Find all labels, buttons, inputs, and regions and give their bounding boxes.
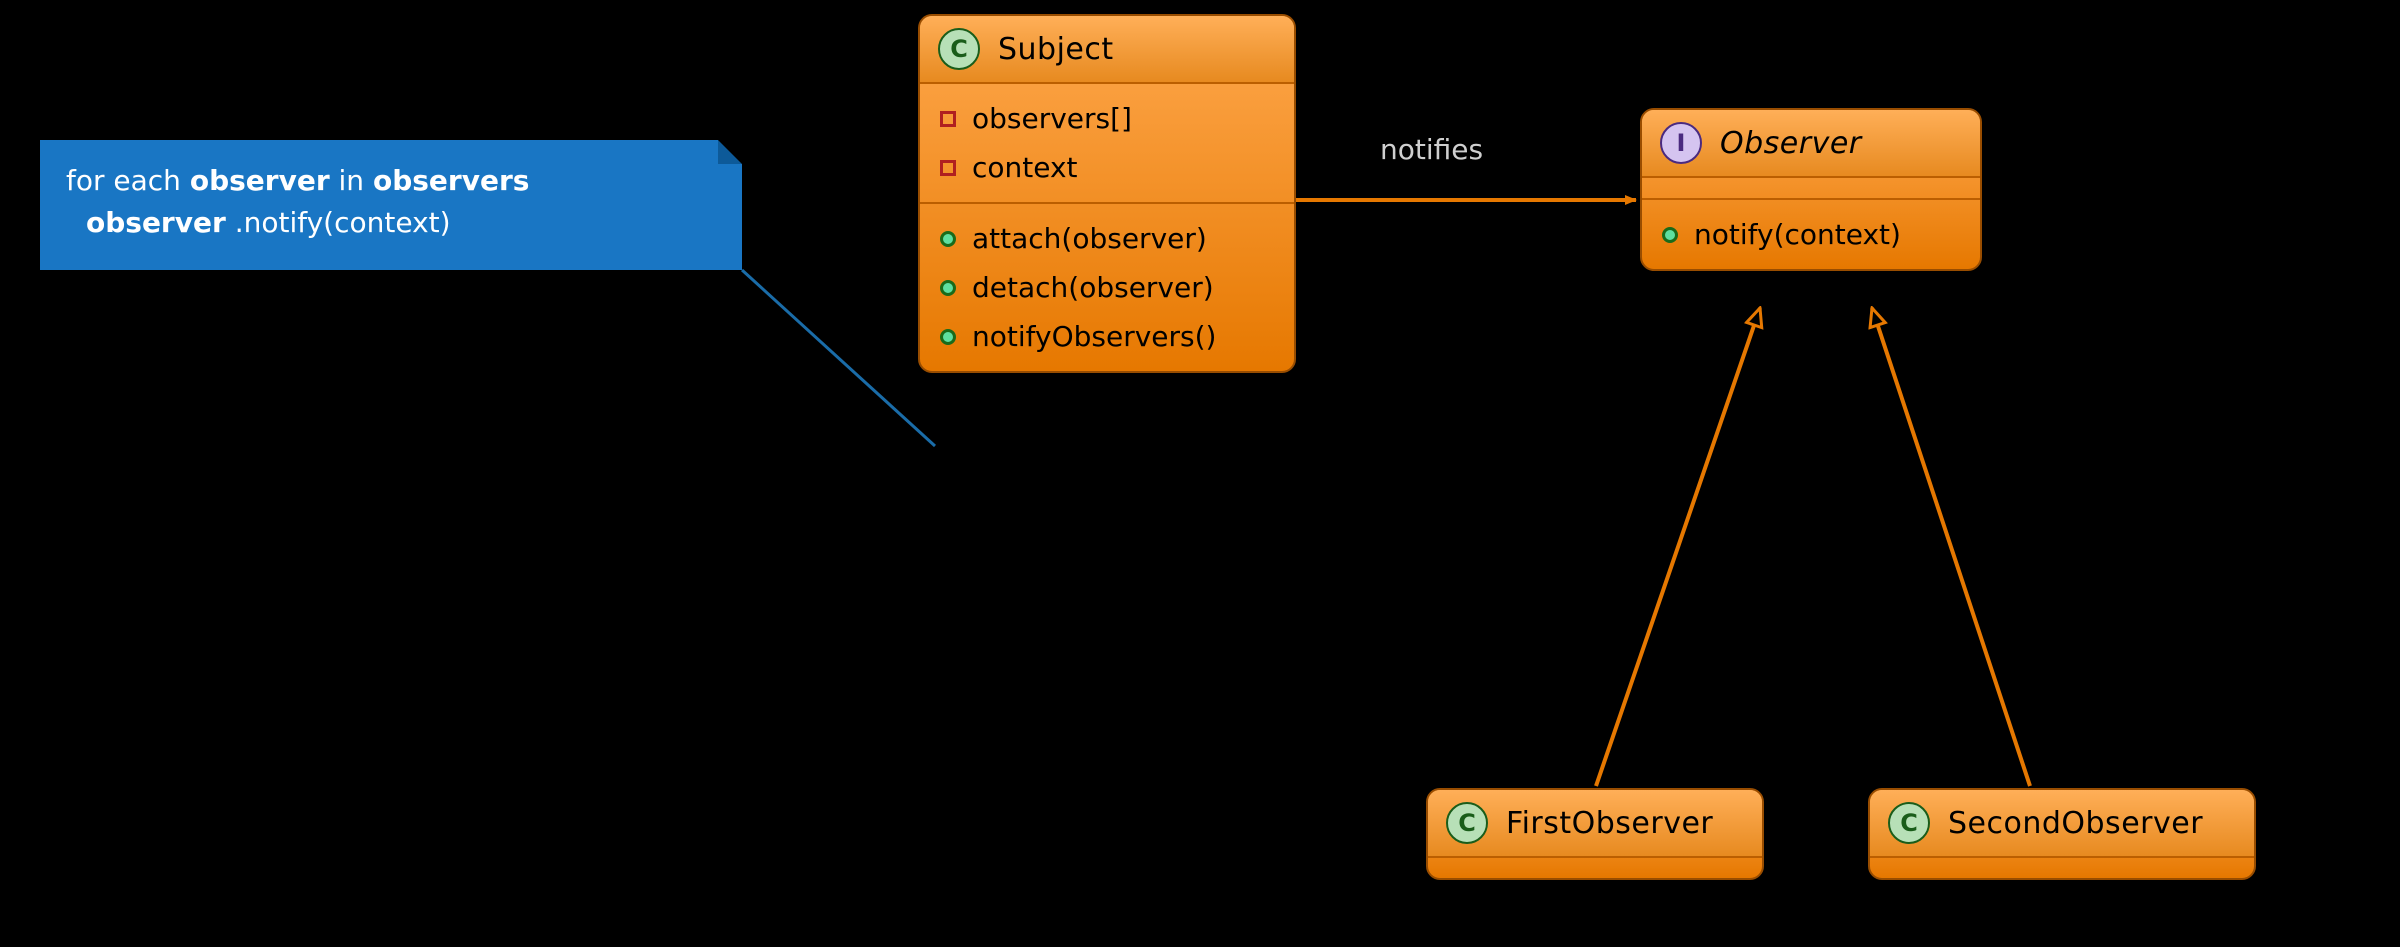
class-subject: C Subject observers[] context attach(obs…: [918, 14, 1296, 373]
method-row: notify(context): [1662, 210, 1960, 259]
edge-note-link: [742, 270, 935, 446]
method-icon: [940, 329, 956, 345]
method-icon: [940, 231, 956, 247]
class-subject-name: Subject: [998, 32, 1114, 67]
interface-observer-title: I Observer: [1642, 110, 1980, 178]
note-fold-icon: [718, 140, 742, 164]
class-second-observer-title: C SecondObserver: [1870, 790, 2254, 858]
interface-observer-empty: [1642, 178, 1980, 200]
method-row: detach(observer): [940, 263, 1274, 312]
class-subject-title: C Subject: [920, 16, 1294, 84]
class-first-observer: C FirstObserver: [1426, 788, 1764, 880]
method-row: attach(observer): [940, 214, 1274, 263]
field-icon: [940, 160, 956, 176]
interface-badge-icon: I: [1660, 122, 1702, 164]
edge-label-notifies: notifies: [1380, 133, 1483, 166]
edge-first-observer-inherits: [1596, 308, 1760, 786]
note-line1: for each observer in observers: [66, 160, 716, 202]
class-badge-icon: C: [938, 28, 980, 70]
class-second-observer-body: [1870, 858, 2254, 878]
class-second-observer: C SecondObserver: [1868, 788, 2256, 880]
class-first-observer-title: C FirstObserver: [1428, 790, 1762, 858]
class-second-observer-name: SecondObserver: [1948, 806, 2203, 841]
method-row: notifyObservers(): [940, 312, 1274, 361]
class-badge-icon: C: [1888, 802, 1930, 844]
interface-observer-name: Observer: [1720, 126, 1862, 161]
field-row: observers[]: [940, 94, 1274, 143]
class-first-observer-body: [1428, 858, 1762, 878]
method-icon: [940, 280, 956, 296]
class-first-observer-name: FirstObserver: [1506, 806, 1713, 841]
note-line2: observer .notify(context): [66, 202, 716, 244]
edge-second-observer-inherits: [1872, 308, 2030, 786]
uml-note: for each observer in observers observer …: [40, 140, 742, 270]
method-icon: [1662, 227, 1678, 243]
class-subject-methods: attach(observer) detach(observer) notify…: [920, 204, 1294, 371]
class-subject-fields: observers[] context: [920, 84, 1294, 204]
class-badge-icon: C: [1446, 802, 1488, 844]
field-icon: [940, 111, 956, 127]
interface-observer: I Observer notify(context): [1640, 108, 1982, 271]
field-row: context: [940, 143, 1274, 192]
interface-observer-methods: notify(context): [1642, 200, 1980, 269]
